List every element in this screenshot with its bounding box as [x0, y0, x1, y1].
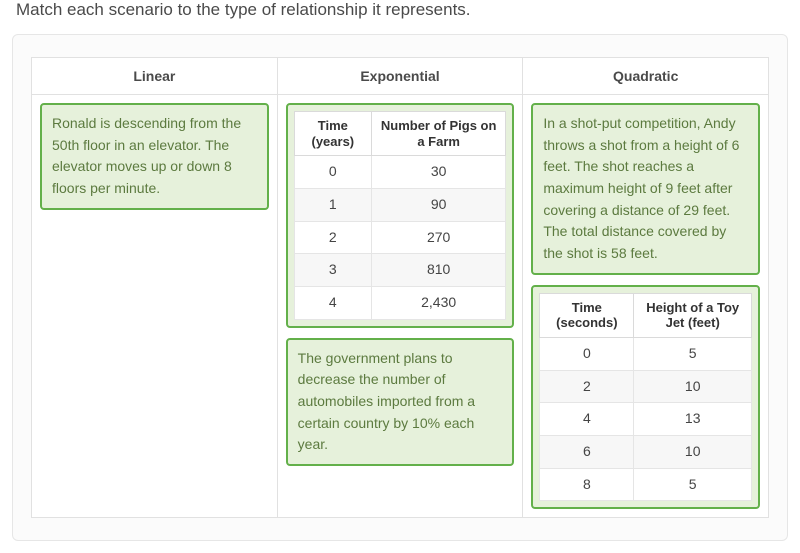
table-row: 030	[294, 156, 506, 189]
cell: 3	[294, 254, 371, 287]
card-quad-shotput[interactable]: In a shot-put competition, Andy throws a…	[531, 103, 760, 275]
column-body-linear: Ronald is descending from the 50th floor…	[32, 95, 277, 218]
toyjet-table-h1: Time (seconds)	[540, 293, 634, 337]
cell: 1	[294, 188, 371, 221]
column-exponential[interactable]: Exponential Time (years) Number of Pigs …	[278, 58, 524, 517]
card-exp-automobiles[interactable]: The government plans to decrease the num…	[286, 338, 515, 466]
cell: 5	[634, 338, 752, 371]
table-row: 210	[540, 370, 752, 403]
cell: 2	[540, 370, 634, 403]
category-columns: Linear Ronald is descending from the 50t…	[31, 57, 769, 518]
card-exp-pigs-table[interactable]: Time (years) Number of Pigs on a Farm 03…	[286, 103, 515, 328]
column-body-quadratic: In a shot-put competition, Andy throws a…	[523, 95, 768, 517]
cell: 8	[540, 468, 634, 501]
pigs-table: Time (years) Number of Pigs on a Farm 03…	[294, 111, 507, 320]
cell: 10	[634, 370, 752, 403]
pigs-table-h1: Time (years)	[294, 112, 371, 156]
cell: 30	[371, 156, 505, 189]
cell: 6	[540, 436, 634, 469]
column-body-exponential: Time (years) Number of Pigs on a Farm 03…	[278, 95, 523, 474]
cell: 4	[540, 403, 634, 436]
cell: 810	[371, 254, 505, 287]
cell: 10	[634, 436, 752, 469]
table-row: 413	[540, 403, 752, 436]
table-row: 610	[540, 436, 752, 469]
column-header-exponential: Exponential	[278, 58, 523, 95]
table-row: 3810	[294, 254, 506, 287]
pigs-table-h2: Number of Pigs on a Farm	[371, 112, 505, 156]
column-header-quadratic: Quadratic	[523, 58, 768, 95]
table-row: 42,430	[294, 286, 506, 319]
toyjet-table-h2: Height of a Toy Jet (feet)	[634, 293, 752, 337]
table-row: 05	[540, 338, 752, 371]
question-prompt: Match each scenario to the type of relat…	[16, 0, 788, 20]
cell: 13	[634, 403, 752, 436]
cell: 0	[540, 338, 634, 371]
cell: 90	[371, 188, 505, 221]
cell: 270	[371, 221, 505, 254]
cell: 0	[294, 156, 371, 189]
page: Match each scenario to the type of relat…	[0, 0, 800, 553]
column-linear[interactable]: Linear Ronald is descending from the 50t…	[32, 58, 278, 517]
cell: 2,430	[371, 286, 505, 319]
drop-zone-panel: Linear Ronald is descending from the 50t…	[12, 34, 788, 541]
toyjet-table: Time (seconds) Height of a Toy Jet (feet…	[539, 293, 752, 502]
cell: 4	[294, 286, 371, 319]
table-row: 2270	[294, 221, 506, 254]
card-linear-scenario[interactable]: Ronald is descending from the 50th floor…	[40, 103, 269, 210]
column-quadratic[interactable]: Quadratic In a shot-put competition, And…	[523, 58, 768, 517]
cell: 5	[634, 468, 752, 501]
cell: 2	[294, 221, 371, 254]
card-quad-toyjet-table[interactable]: Time (seconds) Height of a Toy Jet (feet…	[531, 285, 760, 510]
table-row: 85	[540, 468, 752, 501]
column-header-linear: Linear	[32, 58, 277, 95]
table-row: 190	[294, 188, 506, 221]
